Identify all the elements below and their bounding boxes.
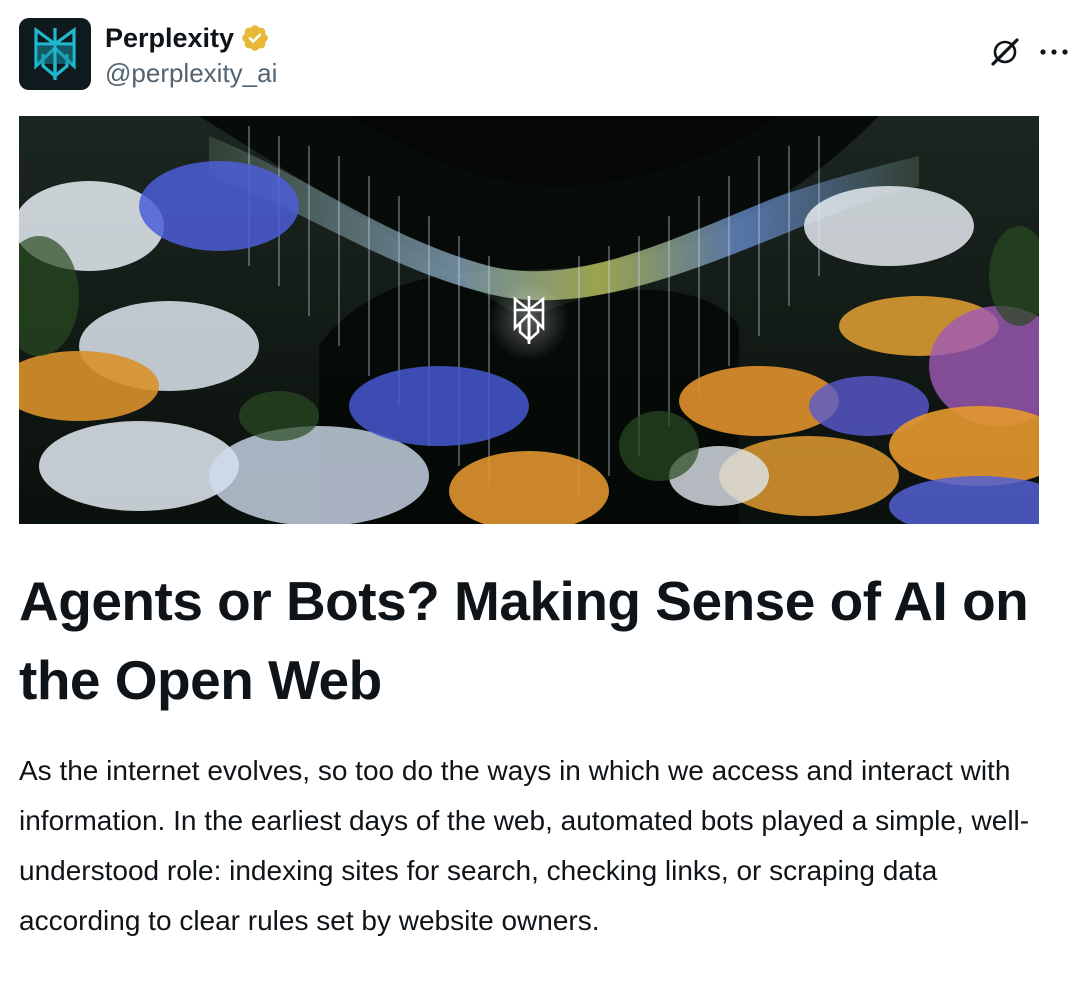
verified-badge-icon[interactable]	[240, 23, 270, 53]
hero-image[interactable]	[19, 116, 1039, 524]
avatar[interactable]	[19, 18, 91, 90]
article-title[interactable]: Agents or Bots? Making Sense of AI on th…	[19, 562, 1049, 720]
author-handle[interactable]: @perplexity_ai	[105, 56, 277, 90]
more-options-icon	[1040, 49, 1068, 55]
article-body: As the internet evolves, so too do the w…	[19, 755, 1030, 936]
perplexity-logo-icon	[34, 26, 76, 80]
grok-slash-icon	[991, 38, 1019, 66]
grok-button[interactable]	[989, 36, 1021, 68]
post-header: Perplexity @perplexity_ai	[19, 18, 1069, 92]
author-name-row: Perplexity	[105, 20, 277, 56]
author-name[interactable]: Perplexity	[105, 20, 234, 56]
hero-illustration	[19, 116, 1039, 524]
header-actions	[989, 36, 1069, 68]
more-options-button[interactable]	[1039, 47, 1069, 57]
post: Perplexity @perplexity_ai Agents or Bots…	[0, 0, 1088, 1006]
author-info: Perplexity @perplexity_ai	[105, 20, 277, 90]
